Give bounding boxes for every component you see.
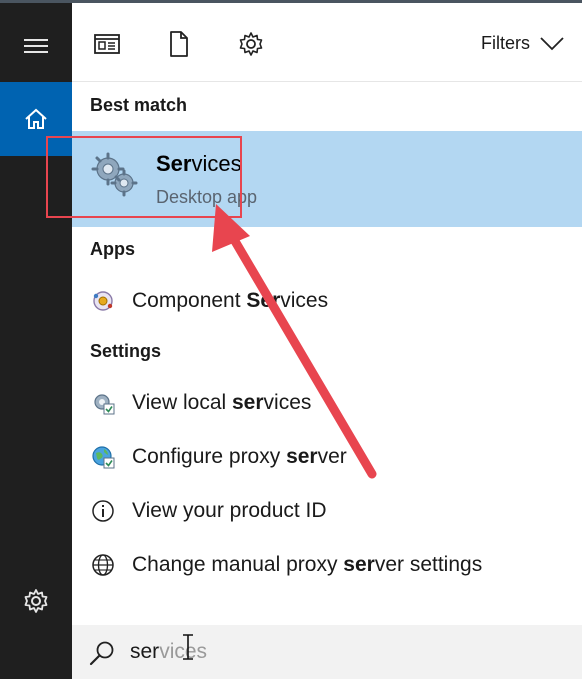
apps-filter-button[interactable] (92, 29, 122, 59)
hamburger-icon (24, 39, 48, 53)
search-box[interactable]: services (72, 625, 582, 679)
filters-label: Filters (481, 33, 530, 53)
apps-heading: Apps (90, 239, 135, 259)
result-label: Component Services (132, 289, 329, 312)
globe-icon (92, 554, 114, 576)
settings-button[interactable] (0, 567, 72, 635)
left-rail (0, 3, 72, 679)
component-services-icon (93, 291, 113, 311)
result-label: Change manual proxy server settings (132, 553, 483, 576)
filters-dropdown[interactable]: Filters (481, 33, 564, 54)
result-change-proxy-settings[interactable]: Change manual proxy server settings (72, 542, 582, 588)
toolbar: Filters (72, 3, 582, 82)
document-icon (170, 31, 188, 57)
chevron-down-icon (540, 36, 564, 50)
result-label: View local services (132, 391, 312, 414)
home-icon (25, 108, 47, 129)
search-input[interactable]: services (130, 640, 207, 664)
info-icon (92, 500, 114, 522)
annotation-highlight-box (46, 136, 242, 218)
result-component-services[interactable]: Component Services (72, 278, 582, 324)
gear-icon (24, 589, 48, 613)
app-window-icon (94, 34, 120, 54)
settings-filter-button[interactable] (236, 29, 266, 59)
best-match-heading: Best match (90, 95, 188, 115)
services-settings-icon (94, 394, 115, 415)
settings-heading: Settings (90, 341, 162, 361)
search-icon (89, 641, 114, 666)
internet-options-icon (92, 446, 115, 469)
result-label: View your product ID (132, 499, 327, 522)
text-cursor-icon (183, 634, 193, 660)
result-view-local-services[interactable]: View local services (72, 380, 582, 426)
result-configure-proxy-server[interactable]: Configure proxy server (72, 434, 582, 480)
gear-icon (239, 32, 263, 56)
hamburger-menu-button[interactable] (0, 12, 72, 80)
result-view-product-id[interactable]: View your product ID (72, 488, 582, 534)
documents-filter-button[interactable] (164, 29, 194, 59)
search-results-pane: Filters Best match Services Desktop app … (72, 3, 582, 679)
result-label: Configure proxy server (132, 445, 347, 468)
